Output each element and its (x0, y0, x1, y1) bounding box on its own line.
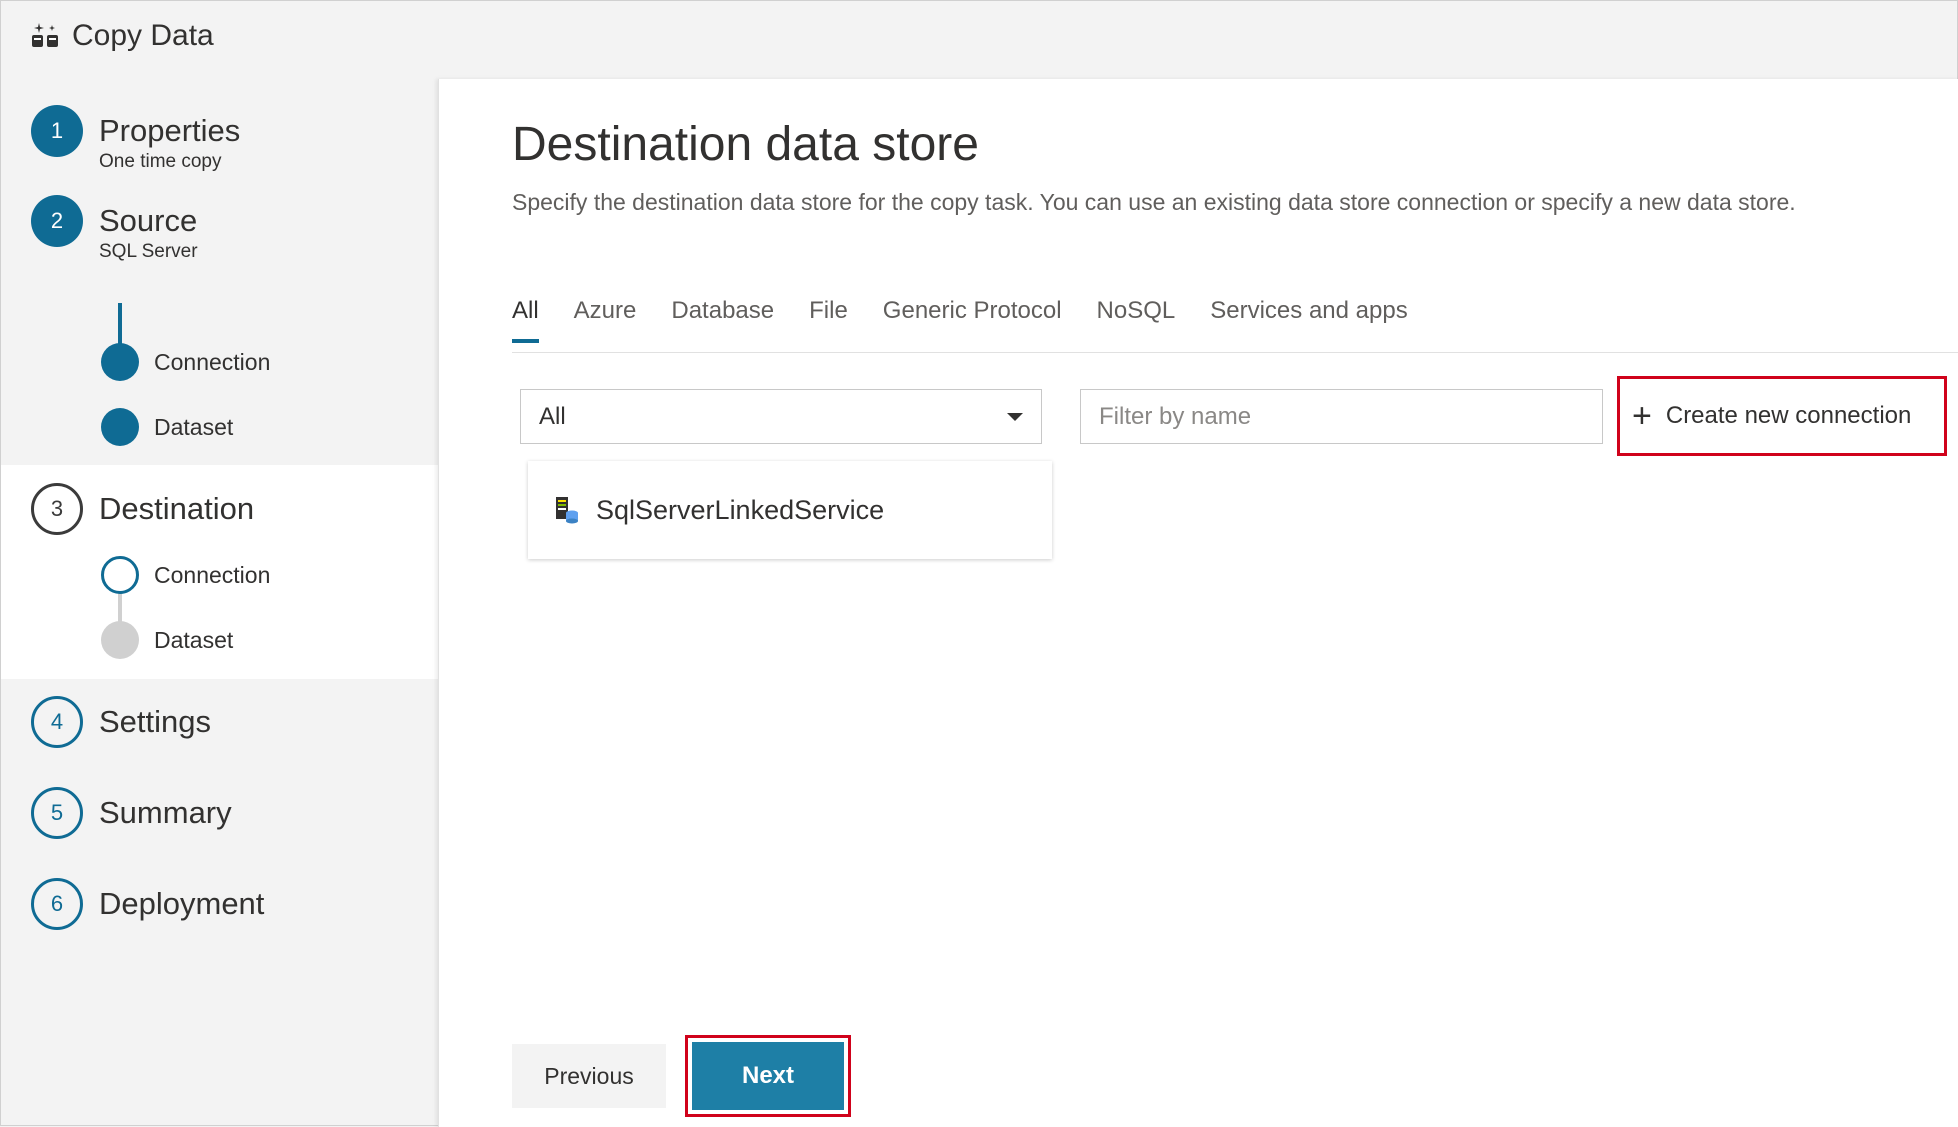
substep-destination-connection[interactable]: Connection (101, 556, 270, 594)
step-number-badge: 2 (31, 195, 83, 247)
tab-file[interactable]: File (809, 297, 848, 343)
main-panel: Destination data store Specify the desti… (438, 79, 1958, 1127)
page-description: Specify the destination data store for t… (512, 189, 1796, 215)
category-tabs: All Azure Database File Generic Protocol… (512, 297, 1443, 343)
tab-services-and-apps[interactable]: Services and apps (1210, 297, 1407, 343)
type-filter-dropdown[interactable]: All (520, 389, 1042, 444)
step-label: Settings (99, 704, 212, 739)
tab-database[interactable]: Database (671, 297, 774, 343)
substep-label: Dataset (154, 413, 234, 440)
dropdown-value: All (539, 402, 566, 430)
step-summary[interactable]: 5 Summary (31, 787, 232, 839)
step-label: Properties (99, 113, 241, 148)
sql-server-icon (554, 495, 580, 525)
step-source[interactable]: 2 Source SQL Server (31, 195, 198, 263)
step-label: Destination (99, 491, 255, 526)
tab-azure[interactable]: Azure (574, 297, 637, 343)
substep-dot (101, 408, 139, 446)
create-new-connection-label: Create new connection (1665, 402, 1912, 429)
caret-down-icon (1007, 412, 1023, 421)
step-label: Deployment (99, 886, 265, 921)
title-bar: Copy Data (1, 1, 1957, 71)
substep-source-connection[interactable]: Connection (101, 343, 270, 381)
page-title: Destination data store (512, 118, 979, 171)
step-subtitle: One time copy (99, 151, 222, 172)
next-button-highlight: Next (685, 1035, 851, 1117)
tab-all[interactable]: All (512, 297, 539, 343)
copy-data-window: Copy Data 1 Properties One time copy 2 S… (0, 0, 1958, 1127)
filter-by-name-input[interactable] (1080, 389, 1603, 444)
next-button[interactable]: Next (692, 1042, 844, 1110)
tab-divider (512, 352, 1958, 353)
step-number-badge: 5 (31, 787, 83, 839)
plus-icon: + (1632, 397, 1652, 435)
step-number-badge: 6 (31, 878, 83, 930)
app-title: Copy Data (72, 19, 214, 52)
substep-source-dataset[interactable]: Dataset (101, 408, 233, 446)
wizard-steps-sidebar: 1 Properties One time copy 2 Source SQL … (1, 79, 438, 1125)
connection-card[interactable]: SqlServerLinkedService (528, 461, 1052, 559)
substep-label: Connection (154, 561, 271, 588)
step-subtitle: SQL Server (99, 241, 198, 262)
connection-name: SqlServerLinkedService (596, 494, 885, 525)
substep-dot (101, 621, 139, 659)
step-number-badge: 1 (31, 105, 83, 157)
previous-button[interactable]: Previous (512, 1044, 666, 1108)
step-label: Summary (99, 795, 232, 830)
substep-label: Dataset (154, 626, 234, 653)
substep-label: Connection (154, 348, 271, 375)
step-properties[interactable]: 1 Properties One time copy (31, 105, 240, 173)
step-destination[interactable]: 3 Destination (31, 483, 254, 535)
substep-destination-dataset[interactable]: Dataset (101, 621, 233, 659)
step-settings[interactable]: 4 Settings (31, 696, 211, 748)
step-label: Source (99, 203, 198, 238)
substep-dot (101, 343, 139, 381)
substep-dot (101, 556, 139, 594)
step-number-badge: 3 (31, 483, 83, 535)
tab-nosql[interactable]: NoSQL (1097, 297, 1176, 343)
create-new-connection-button[interactable]: + Create new connection (1617, 376, 1947, 456)
copy-data-icon (28, 19, 62, 53)
step-deployment[interactable]: 6 Deployment (31, 878, 264, 930)
tab-generic-protocol[interactable]: Generic Protocol (883, 297, 1062, 343)
step-number-badge: 4 (31, 696, 83, 748)
